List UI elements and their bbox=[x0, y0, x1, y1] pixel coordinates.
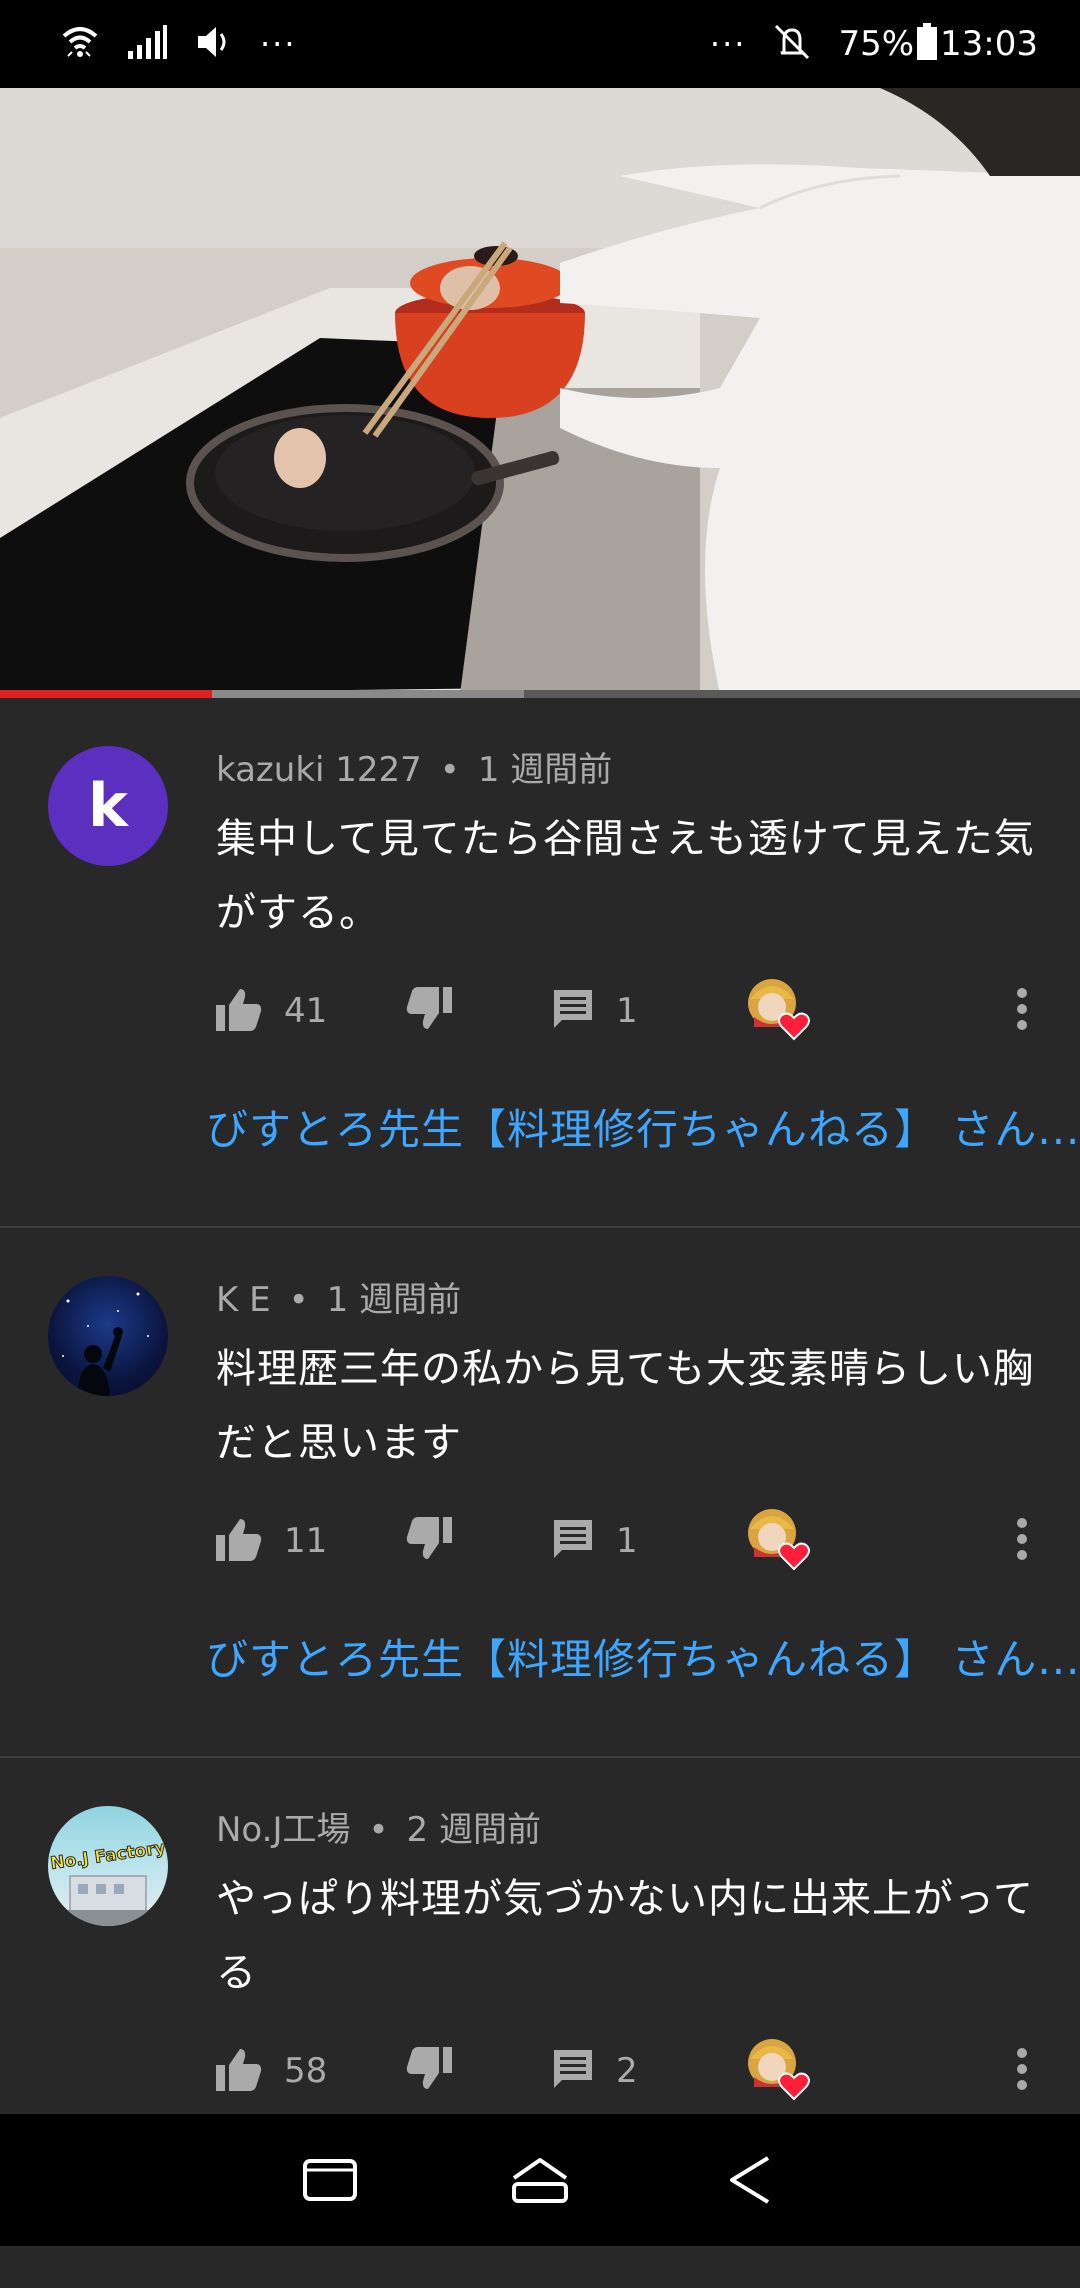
comments-list: k kazuki 1227 • 1 週間前 集中して見てたら谷間さえも透けて見えた気… bbox=[0, 698, 1080, 2288]
creator-heart-badge bbox=[746, 2036, 816, 2106]
comment-author[interactable]: K E bbox=[216, 1280, 271, 1320]
more-options-button[interactable] bbox=[1016, 2036, 1028, 2106]
like-count: 58 bbox=[284, 2051, 328, 2091]
clock: 13:03 bbox=[940, 24, 1038, 64]
home-icon bbox=[512, 2158, 568, 2203]
thumbs-up-icon bbox=[216, 987, 262, 1035]
comment-author[interactable]: No.J工場 bbox=[216, 1810, 350, 1850]
avatar-logo-text: No.J Factory bbox=[49, 1838, 167, 1874]
view-creator-reply-link[interactable]: びすとろ先生【料理修行ちゃんねる】 さん... bbox=[206, 1096, 1080, 1157]
comment-actions: 58 2 bbox=[216, 2036, 1046, 2106]
comment-text: やっぱり料理が気づかない内に出来上がってる bbox=[216, 1876, 1034, 1996]
home-button[interactable] bbox=[510, 2150, 570, 2210]
comment-time: 1 週間前 bbox=[326, 1280, 462, 1320]
signal-icon bbox=[126, 25, 168, 63]
recent-apps-button[interactable] bbox=[300, 2150, 360, 2210]
like-button[interactable]: 58 bbox=[216, 2036, 327, 2106]
like-button[interactable]: 11 bbox=[216, 1506, 327, 1576]
comment-text: 料理歴三年の私から見ても大変素晴らしい胸だと思います bbox=[216, 1346, 1034, 1466]
volume-icon bbox=[194, 24, 234, 64]
comment-icon bbox=[552, 1518, 594, 1564]
comment-text: 集中して見てたら谷間さえも透けて見えた気がする。 bbox=[216, 816, 1035, 936]
recent-apps-icon bbox=[303, 2159, 357, 2201]
dislike-button[interactable] bbox=[406, 976, 452, 1046]
more-options-button[interactable] bbox=[1016, 976, 1028, 1046]
comment-author[interactable]: kazuki 1227 bbox=[216, 750, 422, 790]
more-vert-icon bbox=[1016, 987, 1028, 1035]
thumbs-down-icon bbox=[406, 1517, 452, 1565]
like-button[interactable]: 41 bbox=[216, 976, 327, 1046]
notification-dots: ··· bbox=[260, 25, 297, 63]
comment-meta: K E • 1 週間前 bbox=[216, 1280, 462, 1320]
progress-played bbox=[0, 690, 212, 698]
reply-count: 1 bbox=[616, 991, 638, 1031]
more-dots: ··· bbox=[709, 25, 747, 63]
avatar-letter: k bbox=[88, 771, 128, 841]
thumbs-down-icon bbox=[406, 2047, 452, 2095]
status-bar-right: ··· 75% 13:03 bbox=[710, 22, 1038, 66]
wifi-icon bbox=[60, 22, 100, 66]
more-options-button[interactable] bbox=[1016, 1506, 1028, 1576]
video-player[interactable] bbox=[0, 88, 1080, 694]
comment-meta: kazuki 1227 • 1 週間前 bbox=[216, 750, 613, 790]
comment-actions: 11 1 bbox=[216, 1506, 1046, 1576]
like-count: 11 bbox=[284, 1521, 328, 1561]
comment-icon bbox=[552, 2048, 594, 2094]
creator-heart-badge bbox=[746, 1506, 816, 1576]
status-bar-left: ··· bbox=[60, 22, 297, 66]
thumbs-down-icon bbox=[406, 987, 452, 1035]
reply-button[interactable]: 1 bbox=[552, 976, 638, 1046]
comment-time: 1 週間前 bbox=[477, 750, 613, 790]
creator-avatar-heart-icon bbox=[746, 2037, 816, 2105]
dislike-button[interactable] bbox=[406, 1506, 452, 1576]
system-navigation-bar bbox=[0, 2114, 1080, 2246]
avatar-silhouette-image bbox=[62, 1292, 149, 1396]
comment-item: K E • 1 週間前 料理歴三年の私から見ても大変素晴らしい胸だと思います 11 … bbox=[0, 1228, 1080, 1758]
comment-actions: 41 1 bbox=[216, 976, 1046, 1046]
creator-heart-badge bbox=[746, 976, 816, 1046]
comment-item: k kazuki 1227 • 1 週間前 集中して見てたら谷間さえも透けて見えた気… bbox=[0, 698, 1080, 1228]
creator-avatar-heart-icon bbox=[746, 1507, 816, 1575]
thumbs-up-icon bbox=[216, 2047, 262, 2095]
view-creator-reply-link[interactable]: びすとろ先生【料理修行ちゃんねる】 さん... bbox=[206, 1626, 1080, 1687]
video-progress-bar[interactable] bbox=[0, 690, 1080, 698]
reply-count: 1 bbox=[616, 1521, 638, 1561]
comment-icon bbox=[552, 988, 594, 1034]
reply-button[interactable]: 2 bbox=[552, 2036, 638, 2106]
avatar[interactable]: No.J Factory bbox=[48, 1806, 168, 1926]
avatar-factory-logo: No.J Factory bbox=[48, 1838, 168, 1926]
thumbs-up-icon bbox=[216, 1517, 262, 1565]
avatar[interactable] bbox=[48, 1276, 168, 1396]
reply-count: 2 bbox=[616, 2051, 638, 2091]
video-frame bbox=[0, 88, 1080, 694]
battery-icon bbox=[916, 23, 938, 65]
dislike-button[interactable] bbox=[406, 2036, 452, 2106]
back-button[interactable] bbox=[720, 2150, 780, 2210]
reply-button[interactable]: 1 bbox=[552, 1506, 638, 1576]
comment-meta: No.J工場 • 2 週間前 bbox=[216, 1810, 541, 1850]
mute-icon bbox=[772, 22, 812, 66]
more-vert-icon bbox=[1016, 1517, 1028, 1565]
battery-percent: 75% bbox=[838, 24, 915, 64]
avatar[interactable]: k bbox=[48, 746, 168, 866]
creator-avatar-heart-icon bbox=[746, 977, 816, 1045]
status-bar: ··· ··· 75% 13:03 bbox=[0, 0, 1080, 88]
like-count: 41 bbox=[284, 991, 328, 1031]
more-vert-icon bbox=[1016, 2047, 1028, 2095]
back-icon bbox=[730, 2156, 770, 2204]
comment-time: 2 週間前 bbox=[406, 1810, 541, 1850]
